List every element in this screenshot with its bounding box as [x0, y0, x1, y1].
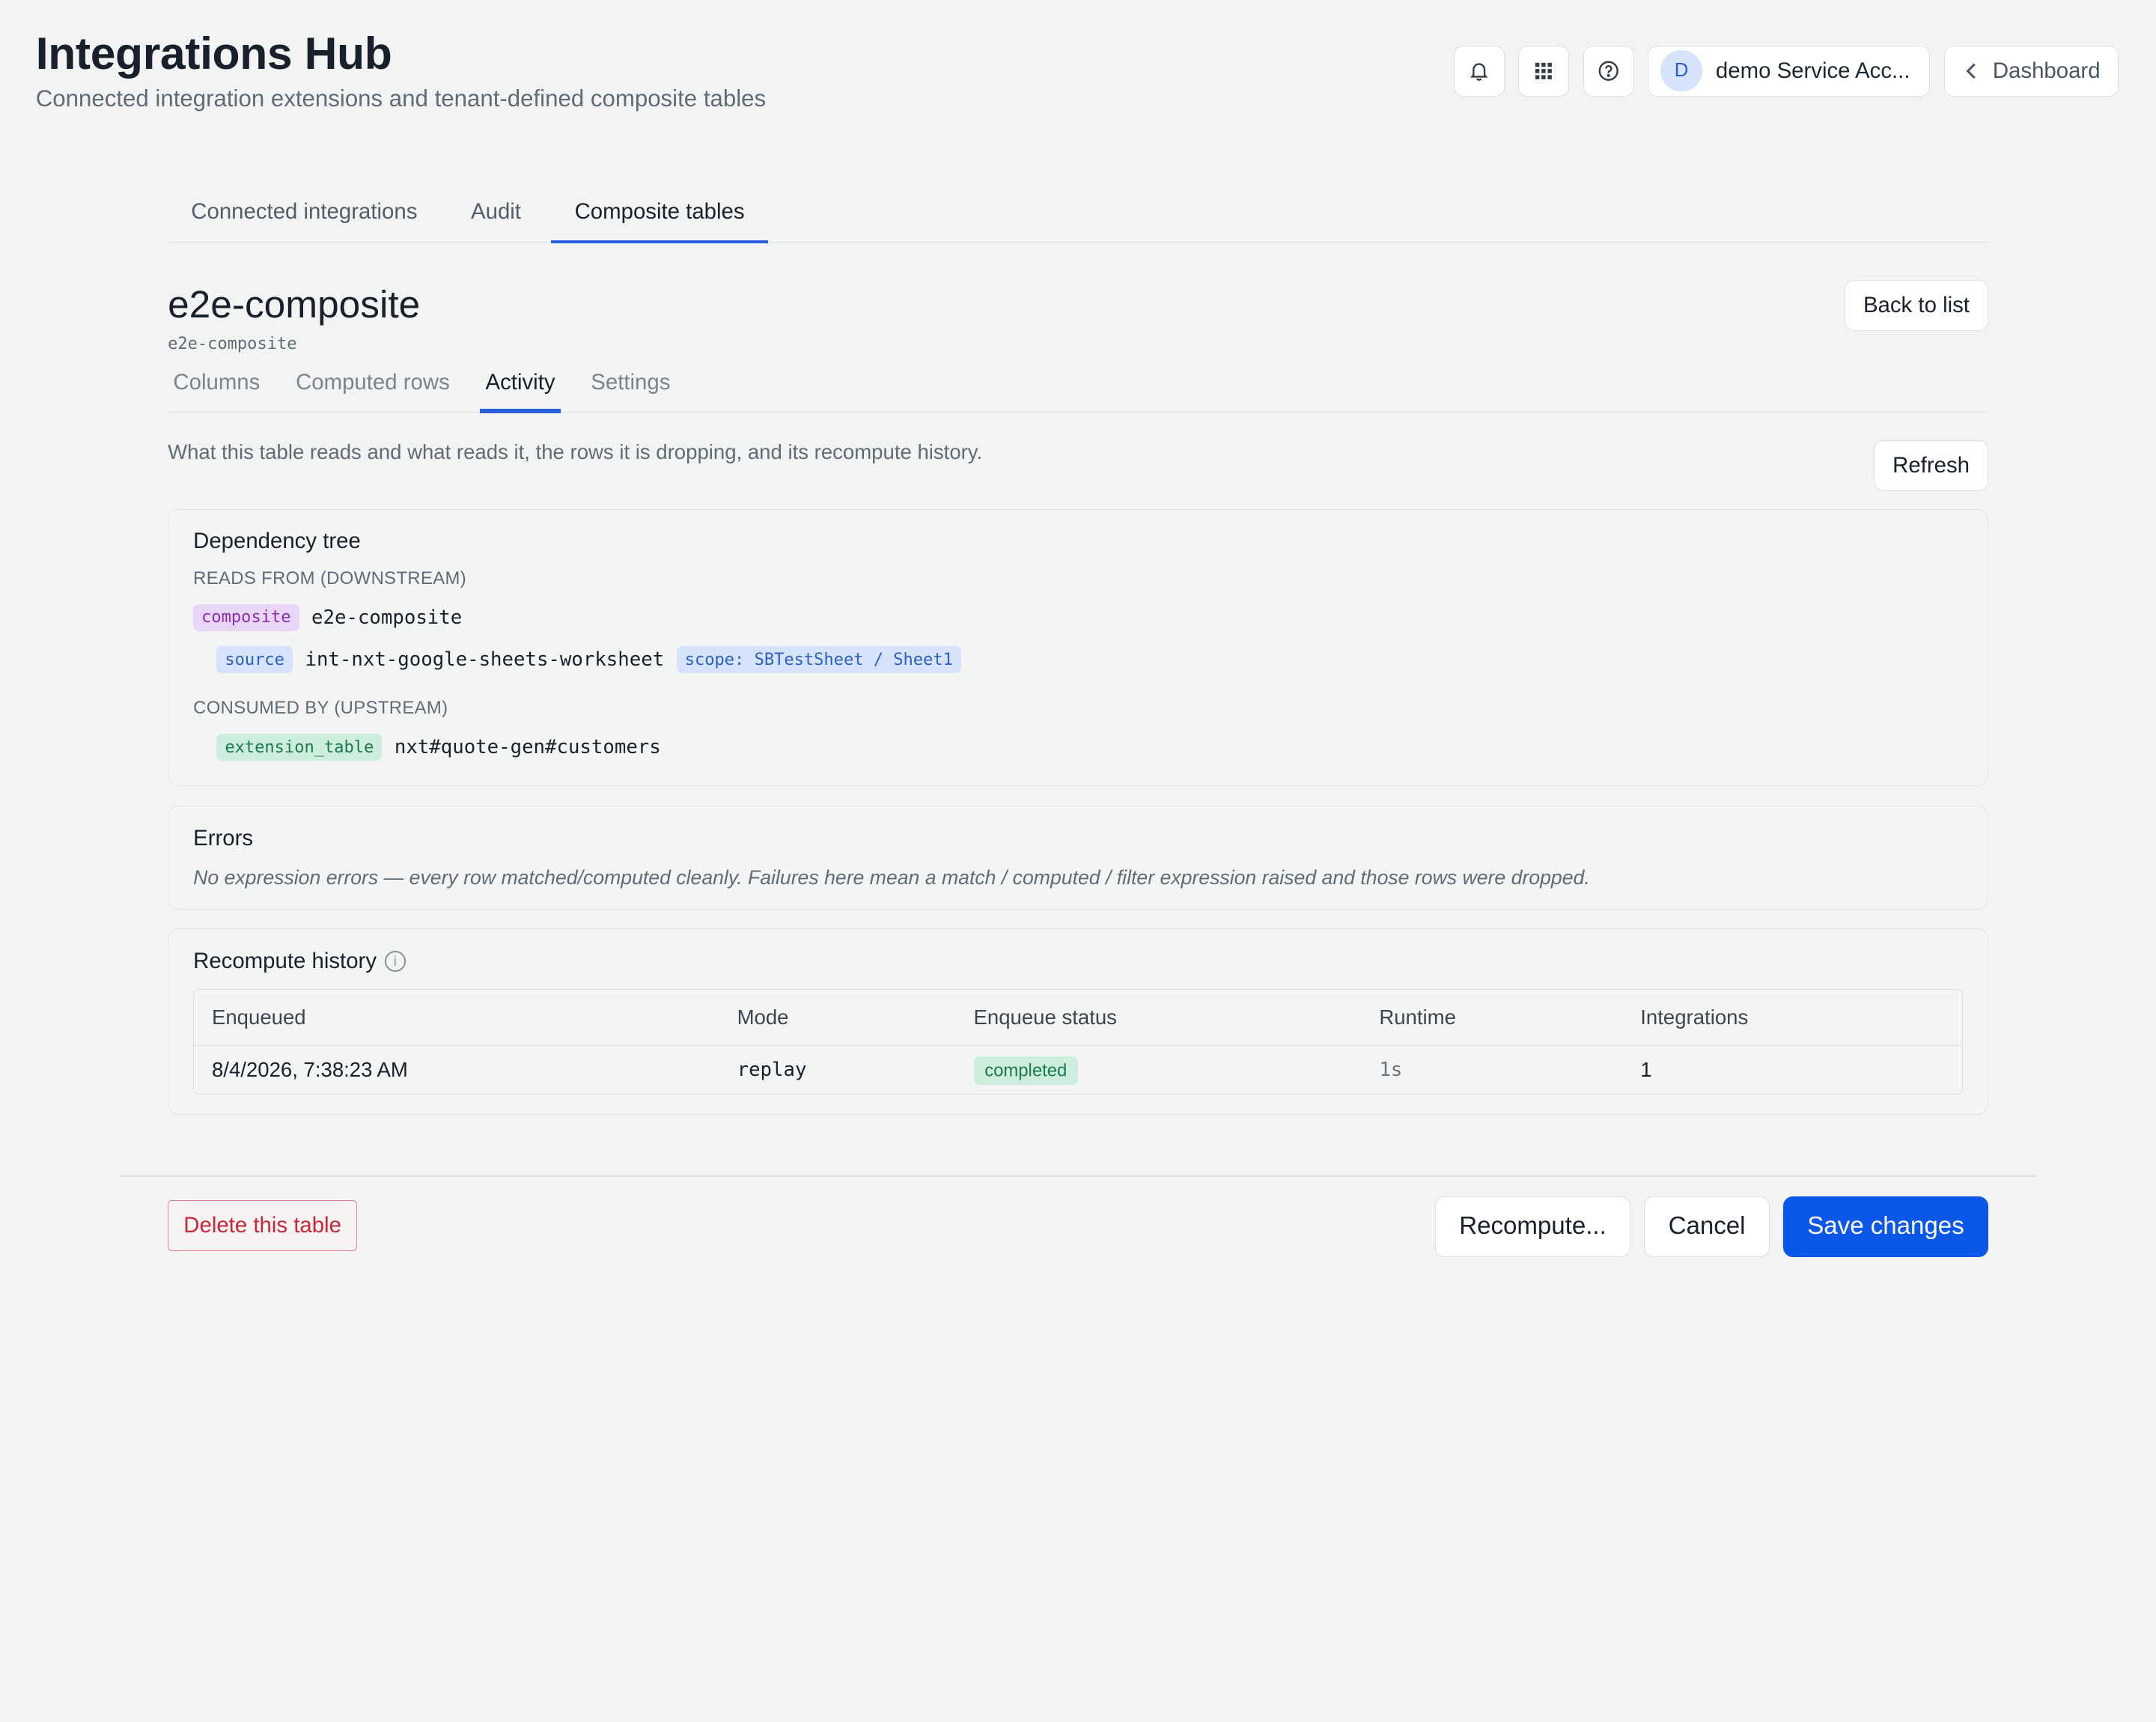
table-title: e2e-composite	[168, 282, 421, 326]
info-icon[interactable]: i	[385, 951, 406, 972]
cancel-button[interactable]: Cancel	[1644, 1196, 1770, 1257]
consumed-by-label: CONSUMED BY (UPSTREAM)	[193, 698, 448, 719]
dependency-tree-panel: Dependency tree READS FROM (DOWNSTREAM) …	[168, 508, 1988, 787]
detail-tabs: Columns Computed rows Activity Settings	[168, 359, 1988, 413]
tab-settings[interactable]: Settings	[585, 359, 676, 413]
errors-panel: Errors No expression errors — every row …	[168, 806, 1988, 910]
account-label: demo Service Acc...	[1715, 58, 1910, 83]
column-header: Mode	[737, 1005, 789, 1029]
table-header-row: Enqueued Mode Enqueue status Runtime Int…	[194, 990, 1962, 1046]
recompute-history-header: Recompute history i	[193, 949, 1963, 974]
dependency-name[interactable]: int-nxt-google-sheets-worksheet	[305, 648, 664, 671]
tab-connected-integrations[interactable]: Connected integrations	[168, 187, 441, 242]
activity-intro: What this table reads and what reads it,…	[168, 439, 1988, 509]
mode-cell: replay	[737, 1058, 807, 1081]
dependency-root: composite e2e-composite	[193, 603, 1963, 631]
dependency-name[interactable]: e2e-composite	[311, 606, 462, 629]
activity-description: What this table reads and what reads it,…	[168, 439, 983, 463]
tab-columns[interactable]: Columns	[168, 359, 266, 413]
refresh-button[interactable]: Refresh	[1874, 439, 1988, 491]
errors-title: Errors	[193, 825, 254, 851]
save-changes-button[interactable]: Save changes	[1783, 1196, 1988, 1257]
main-content: Connected integrations Audit Composite t…	[168, 187, 1988, 1115]
app-header: Integrations Hub Connected integration e…	[36, 25, 766, 112]
source-badge: source	[216, 646, 293, 674]
dependency-consumer: extension_table nxt#quote-gen#customers	[216, 734, 1962, 761]
runtime-cell: 1s	[1379, 1058, 1403, 1081]
enqueued-cell: 8/4/2026, 7:38:23 AM	[211, 1057, 408, 1081]
account-menu-button[interactable]: D demo Service Acc...	[1647, 45, 1931, 97]
avatar: D	[1660, 50, 1702, 92]
bell-icon	[1470, 63, 1488, 81]
recompute-history-title: Recompute history	[193, 949, 377, 974]
delete-table-button[interactable]: Delete this table	[168, 1200, 358, 1252]
column-header: Integrations	[1640, 1005, 1749, 1029]
tab-composite-tables[interactable]: Composite tables	[551, 187, 767, 244]
tab-computed-rows[interactable]: Computed rows	[290, 359, 455, 413]
composite-badge: composite	[193, 603, 299, 631]
grid-icon	[1535, 62, 1553, 79]
table-slug: e2e-composite	[168, 335, 297, 354]
column-header: Enqueue status	[973, 1005, 1117, 1029]
footer-divider	[119, 1175, 2037, 1178]
help-button[interactable]	[1583, 45, 1634, 97]
top-toolbar: D demo Service Acc... Dashboard	[1454, 45, 2119, 97]
status-cell: completed	[956, 1056, 1362, 1086]
footer-actions: Recompute... Cancel Save changes	[1435, 1196, 1988, 1257]
dependency-name[interactable]: nxt#quote-gen#customers	[395, 736, 661, 758]
dashboard-button[interactable]: Dashboard	[1943, 45, 2119, 97]
reads-from-label: READS FROM (DOWNSTREAM)	[193, 568, 467, 588]
back-to-list-button[interactable]: Back to list	[1845, 279, 1988, 331]
dependency-source: source int-nxt-google-sheets-worksheet s…	[216, 646, 1962, 674]
recompute-history-table: Enqueued Mode Enqueue status Runtime Int…	[193, 989, 1963, 1095]
dependency-tree-title: Dependency tree	[193, 529, 361, 554]
table-row: 8/4/2026, 7:38:23 AM replay completed 1s…	[194, 1046, 1962, 1094]
recompute-history-panel: Recompute history i Enqueued Mode Enqueu…	[168, 928, 1988, 1115]
chevron-left-icon	[1966, 63, 1976, 79]
tab-activity[interactable]: Activity	[480, 359, 561, 413]
help-icon	[1598, 61, 1618, 81]
scope-badge: scope: SBTestSheet / Sheet1	[676, 646, 961, 674]
tab-audit[interactable]: Audit	[448, 187, 544, 242]
page-subtitle: Connected integration extensions and ten…	[35, 85, 767, 112]
main-tabs: Connected integrations Audit Composite t…	[168, 187, 1988, 244]
column-header: Runtime	[1379, 1005, 1456, 1029]
extension-table-badge: extension_table	[216, 734, 383, 761]
page-title: Integrations Hub	[35, 28, 392, 79]
integrations-cell: 1	[1640, 1057, 1652, 1081]
column-header: Enqueued	[211, 1005, 306, 1029]
errors-message: No expression errors — every row matched…	[193, 866, 1590, 889]
detail-header: e2e-composite e2e-composite Back to list	[168, 279, 1988, 356]
status-badge: completed	[973, 1056, 1078, 1086]
dashboard-label: Dashboard	[1992, 58, 2101, 83]
notifications-button[interactable]	[1454, 45, 1505, 97]
apps-button[interactable]	[1518, 45, 1570, 97]
recompute-button[interactable]: Recompute...	[1435, 1196, 1631, 1257]
